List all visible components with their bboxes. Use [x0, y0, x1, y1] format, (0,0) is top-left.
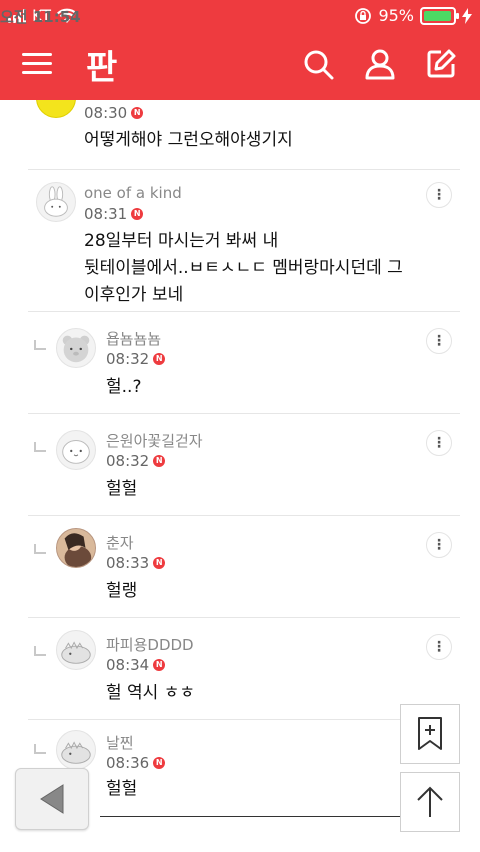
avatar[interactable]: [56, 730, 96, 770]
comment-author[interactable]: 날찐: [106, 732, 134, 753]
more-options-button[interactable]: ⋮: [426, 328, 452, 354]
write-icon[interactable]: [425, 48, 457, 80]
arrow-up-icon: [417, 786, 443, 817]
comment-author[interactable]: 춘자: [106, 532, 134, 553]
battery-percent: 95%: [378, 6, 414, 25]
comment-text: 어떻게해야 그런오해야생기지: [84, 130, 293, 150]
avatar[interactable]: [56, 630, 96, 670]
new-badge: N: [153, 659, 166, 671]
user-icon[interactable]: [364, 48, 396, 80]
charging-icon: [462, 7, 472, 24]
comment-item: 춘자 08:33 N 헐랭 ⋮: [0, 516, 480, 618]
reply-indicator-icon: [34, 442, 46, 452]
comment-item: 08:30 N 어떻게해야 그런오해야생기지: [0, 100, 480, 170]
avatar[interactable]: [36, 182, 76, 222]
comment-item: one of a kind 08:31 N 28일부터 마시는거 봐써 내 뒷테이…: [0, 170, 480, 312]
avatar[interactable]: [56, 328, 96, 368]
app-header: KT 오전 11:54 95% 판: [0, 0, 480, 100]
rotation-lock-icon: [355, 7, 372, 24]
new-badge: N: [131, 107, 144, 119]
comment-time: 08:30 N: [84, 104, 144, 122]
reply-indicator-icon: [34, 340, 46, 350]
avatar[interactable]: [56, 528, 96, 568]
reply-indicator-icon: [34, 544, 46, 554]
comment-text: 28일부터 마시는거 봐써 내 뒷테이블에서..ㅂㅌㅅㄴㄷ 멤버랑마시던데 그 …: [84, 231, 403, 305]
comment-time: 08:34 N: [106, 656, 166, 674]
menu-icon[interactable]: [22, 53, 52, 75]
comment-text: 헐헐: [106, 779, 138, 799]
comment-item: 욥뇸뇸뇸 08:32 N 헐..? ⋮: [0, 312, 480, 414]
comment-author[interactable]: 은원아꽃길걷자: [106, 430, 203, 451]
comment-text: 헐헐: [106, 479, 138, 499]
new-badge: N: [131, 208, 144, 220]
more-options-button[interactable]: ⋮: [426, 532, 452, 558]
new-badge: N: [153, 557, 166, 569]
avatar[interactable]: [56, 430, 96, 470]
more-options-button[interactable]: ⋮: [426, 182, 452, 208]
battery-icon: [420, 6, 459, 25]
comment-text: 헐랭: [106, 581, 138, 601]
reply-indicator-icon: [34, 646, 46, 656]
avatar[interactable]: [36, 100, 76, 118]
bookmark-add-icon: [418, 717, 442, 750]
comment-item: 은원아꽃길걷자 08:32 N 헐헐 ⋮: [0, 414, 480, 516]
app-logo[interactable]: 판: [86, 40, 117, 89]
reply-indicator-icon: [34, 744, 46, 754]
scroll-to-top-button[interactable]: [400, 772, 460, 832]
search-icon[interactable]: [302, 48, 334, 80]
status-bar: KT 오전 11:54 95%: [0, 0, 480, 32]
comment-text: 헐..?: [106, 377, 142, 397]
back-button[interactable]: [15, 768, 89, 830]
new-badge: N: [153, 757, 166, 769]
new-badge: N: [153, 455, 166, 467]
comment-author[interactable]: one of a kind: [84, 184, 182, 202]
comment-text: 헐 역시 ㅎㅎ: [106, 683, 196, 703]
comment-author[interactable]: 욥뇸뇸뇸: [106, 328, 161, 349]
new-badge: N: [153, 353, 166, 365]
comment-author[interactable]: 파피용DDDD: [106, 634, 194, 655]
comment-time: 08:31 N: [84, 205, 144, 223]
back-arrow-icon: [40, 784, 64, 814]
more-options-button[interactable]: ⋮: [426, 430, 452, 456]
bookmark-add-button[interactable]: [400, 704, 460, 764]
comment-time: 08:36 N: [106, 754, 166, 772]
more-options-button[interactable]: ⋮: [426, 634, 452, 660]
comment-time: 08:32 N: [106, 350, 166, 368]
comment-time: 08:33 N: [106, 554, 166, 572]
comment-time: 08:32 N: [106, 452, 166, 470]
app-bar: 판: [0, 36, 480, 92]
